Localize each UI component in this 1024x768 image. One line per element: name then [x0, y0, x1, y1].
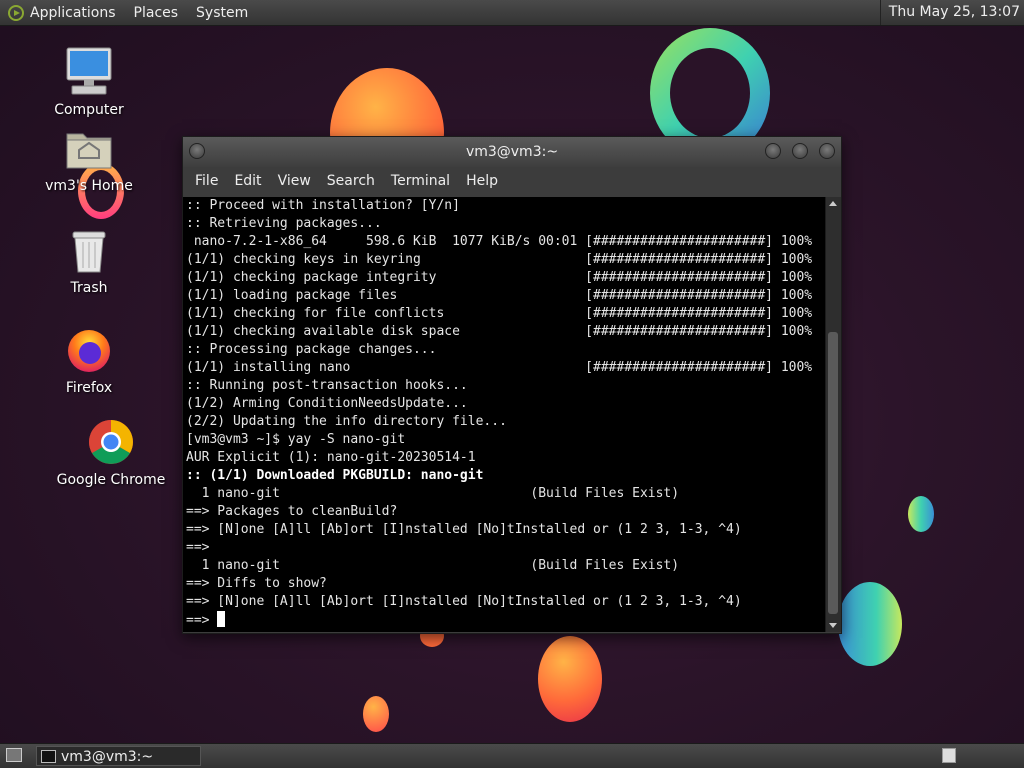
window-title: vm3@vm3:~: [465, 144, 559, 160]
clock[interactable]: Thu May 25, 13:07: [879, 0, 1020, 25]
wallpaper-blue-egg: [838, 582, 902, 666]
desktop-icon-label: vm3's Home: [45, 178, 133, 194]
terminal-line: nano-7.2-1-x86_64 598.6 KiB 1077 KiB/s 0…: [186, 234, 813, 249]
terminal-line: (2/2) Updating the info directory file..…: [186, 414, 507, 429]
terminal-line: (1/1) checking available disk space [###…: [186, 324, 813, 339]
terminal-line: (1/1) loading package files [###########…: [186, 288, 813, 303]
window-menu-icon[interactable]: [189, 143, 205, 159]
terminal-line: 1 nano-git (Build Files Exist): [186, 486, 680, 501]
desktop-icon-computer[interactable]: Computer: [34, 46, 144, 118]
scroll-down-icon[interactable]: [829, 623, 837, 628]
system-menu[interactable]: System: [196, 5, 248, 21]
bottom-panel: vm3@vm3:~: [0, 743, 1024, 768]
places-menu[interactable]: Places: [134, 5, 179, 21]
desktop-icon-label: Computer: [54, 102, 124, 118]
terminal-line: (1/2) Arming ConditionNeedsUpdate...: [186, 396, 468, 411]
desktop-icon-home[interactable]: vm3's Home: [34, 128, 144, 194]
desktop-icon-chrome[interactable]: Google Chrome: [56, 418, 166, 488]
top-panel: Applications Places System Thu May 25, 1…: [0, 0, 1024, 26]
terminal-menubar: File Edit View Search Terminal Help: [183, 167, 841, 195]
close-icon[interactable]: [819, 143, 835, 159]
wallpaper-small-blue-egg: [908, 496, 934, 532]
desktop-icon-label: Trash: [70, 280, 108, 296]
terminal-line: :: (1/1) Downloaded PKGBUILD: nano-git: [186, 468, 484, 483]
terminal-line: :: Running post-transaction hooks...: [186, 378, 468, 393]
menu-help[interactable]: Help: [458, 173, 506, 189]
terminal-window: vm3@vm3:~ File Edit View Search Terminal…: [182, 136, 842, 634]
menu-terminal[interactable]: Terminal: [383, 173, 458, 189]
terminal-icon: [41, 750, 56, 763]
menu-search[interactable]: Search: [319, 173, 383, 189]
terminal-output[interactable]: :: Proceed with installation? [Y/n] :: R…: [183, 197, 825, 632]
terminal-line: ==> [N]one [A]ll [Ab]ort [I]nstalled [No…: [186, 522, 742, 537]
terminal-line: [vm3@vm3 ~]$ yay -S nano-git: [186, 432, 406, 447]
terminal-line: (1/1) installing nano [#################…: [186, 360, 813, 375]
terminal-line: (1/1) checking package integrity [######…: [186, 270, 813, 285]
terminal-line: :: Proceed with installation? [Y/n]: [186, 198, 460, 213]
wallpaper-tiny-egg: [363, 696, 389, 732]
terminal-line: 1 nano-git (Build Files Exist): [186, 558, 680, 573]
menu-view[interactable]: View: [270, 173, 319, 189]
scroll-up-icon[interactable]: [829, 201, 837, 206]
terminal-line: (1/1) checking keys in keyring [########…: [186, 252, 813, 267]
terminal-line: :: Retrieving packages...: [186, 216, 382, 231]
wallpaper-orange-egg: [538, 636, 602, 722]
scrollbar-thumb[interactable]: [828, 332, 838, 614]
text-cursor: [217, 611, 226, 627]
mate-logo-icon[interactable]: [8, 4, 24, 21]
menu-edit[interactable]: Edit: [226, 173, 269, 189]
terminal-line: ==> Packages to cleanBuild?: [186, 504, 398, 519]
workspace-switcher[interactable]: [942, 748, 956, 763]
window-titlebar[interactable]: vm3@vm3:~: [183, 137, 841, 167]
maximize-icon[interactable]: [792, 143, 808, 159]
terminal-prompt: ==>: [186, 613, 218, 628]
desktop-icon-trash[interactable]: Trash: [34, 228, 144, 296]
terminal-line: (1/1) checking for file conflicts [#####…: [186, 306, 813, 321]
terminal-line: :: Processing package changes...: [186, 342, 437, 357]
home-folder-icon: [66, 133, 112, 169]
taskbar-item-label: vm3@vm3:~: [61, 749, 154, 765]
minimize-icon[interactable]: [765, 143, 781, 159]
terminal-line: AUR Explicit (1): nano-git-20230514-1: [186, 450, 476, 465]
desktop-icon-label: Google Chrome: [56, 472, 166, 488]
terminal-line: ==>: [186, 540, 210, 555]
show-desktop-icon[interactable]: [6, 748, 22, 762]
firefox-icon: [68, 330, 110, 372]
terminal-line: ==> Diffs to show?: [186, 576, 327, 591]
terminal-line: ==> [N]one [A]ll [Ab]ort [I]nstalled [No…: [186, 594, 742, 609]
taskbar-item-terminal[interactable]: vm3@vm3:~: [36, 746, 201, 766]
terminal-scrollbar[interactable]: [825, 197, 841, 632]
terminal-prompt-line: ==>: [183, 611, 825, 629]
trash-icon: [72, 231, 106, 273]
applications-menu[interactable]: Applications: [30, 5, 116, 21]
computer-icon: [66, 47, 112, 95]
desktop-icon-firefox[interactable]: Firefox: [34, 326, 144, 396]
desktop-icon-label: Firefox: [65, 380, 113, 396]
chrome-icon: [89, 420, 133, 464]
menu-file[interactable]: File: [187, 173, 226, 189]
